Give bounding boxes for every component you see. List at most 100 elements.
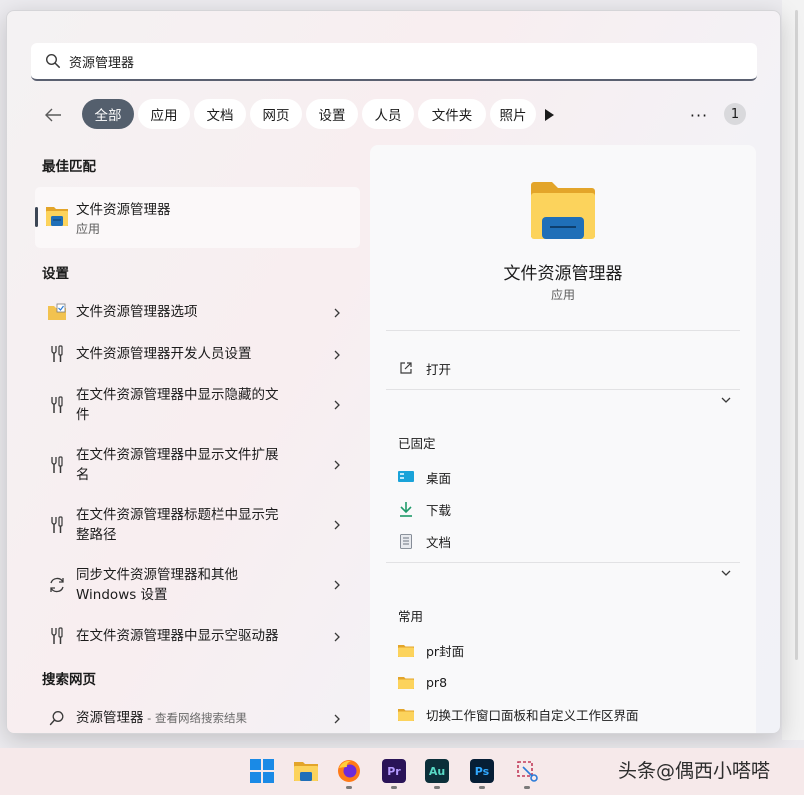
pinned-item-label: 桌面 — [426, 470, 452, 486]
setting-item-label-line-1: 在文件资源管理器标题栏中显示完 — [76, 507, 279, 523]
filter-chip-settings[interactable]: 设置 — [306, 99, 358, 129]
best-match-type: 应用 — [76, 222, 101, 236]
running-indicator — [434, 786, 440, 789]
web-search-heading: 搜索网页 — [42, 672, 96, 688]
selection-indicator — [35, 207, 38, 227]
frequent-item-label: pr8 — [426, 674, 448, 690]
setting-item-show-empty-drives[interactable]: 在文件资源管理器中显示空驱动器 — [35, 625, 360, 647]
search-input[interactable] — [69, 46, 709, 76]
pinned-item-label: 下载 — [426, 502, 452, 518]
filter-chip-folders[interactable]: 文件夹 — [418, 99, 486, 129]
start-button[interactable] — [249, 758, 275, 784]
open-external-icon — [398, 360, 414, 376]
taskbar-photoshop[interactable]: Ps — [469, 758, 495, 784]
setting-item-label-line-1: 同步文件资源管理器和其他 — [76, 567, 238, 583]
pinned-item-desktop[interactable]: 桌面 — [398, 467, 451, 487]
setting-item-label: 文件资源管理器开发人员设置 — [76, 346, 252, 362]
running-indicator — [524, 786, 530, 789]
setting-item-folder-options[interactable]: 文件资源管理器选项 — [35, 301, 360, 323]
filter-chip-web[interactable]: 网页 — [250, 99, 302, 129]
file-explorer-icon — [46, 207, 68, 226]
snipping-tool-icon — [517, 761, 538, 782]
chevron-right-icon — [334, 400, 340, 410]
frequent-item[interactable]: pr封面 — [398, 640, 464, 660]
tools-icon — [47, 455, 67, 475]
pinned-heading: 已固定 — [398, 436, 436, 451]
divider — [386, 562, 740, 563]
account-badge[interactable]: 1 — [724, 103, 746, 125]
setting-item-label-line-2: Windows 设置 — [76, 587, 168, 603]
search-icon — [47, 708, 67, 728]
taskbar-audition[interactable]: Au — [424, 758, 450, 784]
setting-item-developer-settings[interactable]: 文件资源管理器开发人员设置 — [35, 343, 360, 365]
taskbar-premiere[interactable]: Pr — [381, 758, 407, 784]
sync-icon — [47, 575, 67, 595]
taskbar-snipping-tool[interactable] — [514, 758, 540, 784]
taskbar-file-explorer[interactable] — [293, 758, 319, 784]
chevron-right-icon — [334, 632, 340, 642]
chevron-down-icon[interactable] — [720, 567, 732, 579]
filter-chip-all[interactable]: 全部 — [82, 99, 134, 129]
more-options-button[interactable]: ··· — [687, 105, 711, 125]
chevron-right-icon — [334, 580, 340, 590]
frequent-item-label: pr封面 — [426, 643, 465, 659]
frequent-item[interactable]: pr8 — [398, 672, 447, 692]
open-label: 打开 — [426, 361, 452, 377]
ellipsis-icon: ··· — [689, 105, 709, 125]
web-search-item[interactable]: 资源管理器 - 查看网络搜索结果 — [35, 707, 360, 729]
search-box[interactable] — [31, 43, 757, 81]
tools-icon — [47, 626, 67, 646]
setting-item-label-line-2: 名 — [76, 467, 90, 483]
frequent-item[interactable]: 切换工作窗口面板和自定义工作区界面 — [398, 704, 639, 724]
chevron-right-icon — [334, 460, 340, 470]
best-match-name: 文件资源管理器 — [76, 202, 171, 218]
tools-icon — [47, 515, 67, 535]
premiere-icon: Pr — [382, 759, 406, 783]
file-explorer-large-icon — [531, 182, 595, 239]
setting-item-label-line-1: 在文件资源管理器中显示文件扩展 — [76, 447, 279, 463]
settings-heading: 设置 — [42, 266, 69, 282]
chevron-right-icon — [334, 520, 340, 530]
pinned-item-documents[interactable]: 文档 — [398, 531, 451, 551]
chevron-right-icon — [334, 714, 340, 724]
document-icon — [398, 533, 414, 549]
windows-logo-icon — [250, 759, 274, 783]
filter-chip-documents[interactable]: 文档 — [194, 99, 246, 129]
setting-item-label-line-2: 件 — [76, 407, 90, 423]
running-indicator — [391, 786, 397, 789]
pinned-item-label: 文档 — [426, 534, 452, 550]
divider — [386, 389, 740, 390]
pinned-item-downloads[interactable]: 下载 — [398, 499, 451, 519]
setting-item-show-file-extensions[interactable]: 在文件资源管理器中显示文件扩展 名 — [35, 445, 360, 485]
watermark: 头条@偶西小嗒嗒 — [618, 760, 771, 782]
setting-item-label-line-1: 在文件资源管理器中显示隐藏的文 — [76, 387, 279, 403]
desktop-icon — [398, 469, 414, 485]
details-subtitle: 应用 — [550, 288, 575, 302]
arrow-left-icon — [45, 108, 61, 122]
background-scrollbar — [795, 10, 798, 660]
web-search-label: 资源管理器 - 查看网络搜索结果 — [76, 708, 326, 728]
play-icon — [545, 109, 554, 121]
folder-icon — [398, 642, 414, 658]
desktop-background-strip — [782, 0, 804, 740]
filter-chip-apps[interactable]: 应用 — [138, 99, 190, 129]
best-match-item[interactable]: 文件资源管理器 应用 — [35, 187, 360, 248]
open-action[interactable]: 打开 — [398, 358, 451, 378]
photoshop-icon: Ps — [470, 759, 494, 783]
setting-item-label: 文件资源管理器选项 — [76, 304, 198, 320]
tools-icon — [47, 344, 67, 364]
audition-icon: Au — [425, 759, 449, 783]
setting-item-show-full-path[interactable]: 在文件资源管理器标题栏中显示完 整路径 — [35, 505, 360, 545]
filter-chip-people[interactable]: 人员 — [362, 99, 414, 129]
filter-chip-photos[interactable]: 照片 — [490, 99, 536, 129]
more-filters-button[interactable] — [539, 105, 559, 125]
setting-item-label-line-2: 整路径 — [76, 527, 117, 543]
best-match-heading: 最佳匹配 — [42, 159, 96, 175]
chevron-down-icon[interactable] — [720, 394, 732, 406]
web-search-hint: - 查看网络搜索结果 — [143, 711, 247, 725]
taskbar-firefox[interactable] — [336, 758, 362, 784]
setting-item-sync-windows-settings[interactable]: 同步文件资源管理器和其他 Windows 设置 — [35, 565, 360, 605]
file-explorer-icon — [294, 762, 318, 781]
back-button[interactable] — [41, 103, 65, 127]
setting-item-show-hidden-files[interactable]: 在文件资源管理器中显示隐藏的文 件 — [35, 385, 360, 425]
